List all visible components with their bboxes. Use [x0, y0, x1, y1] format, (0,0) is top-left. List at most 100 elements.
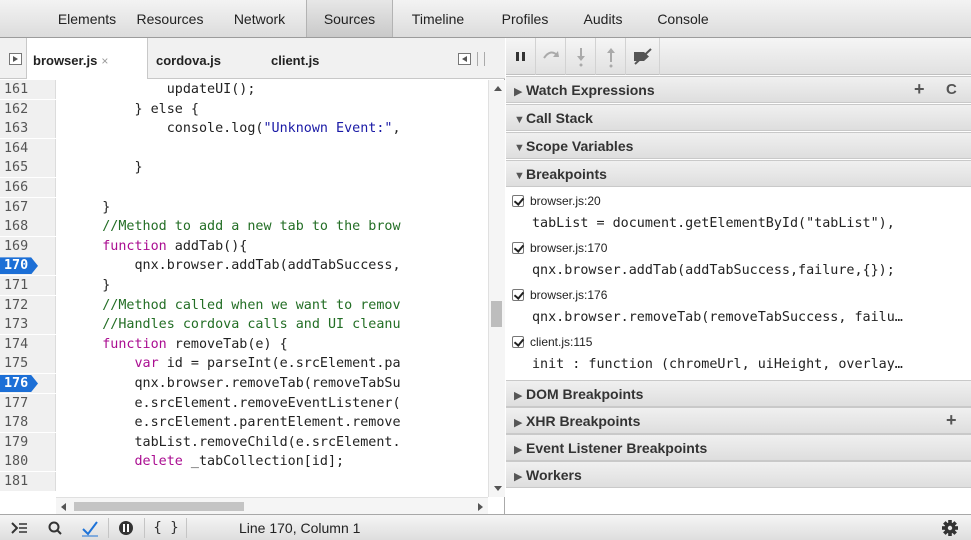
tab-resources[interactable]: Resources — [126, 0, 214, 37]
code-line[interactable]: 166 — [0, 178, 488, 197]
code-line[interactable]: 163 console.log("Unknown Event:", — [0, 119, 488, 139]
close-tab-icon[interactable]: × — [101, 54, 108, 68]
call-stack-header[interactable]: ▼Call Stack — [506, 104, 971, 131]
breakpoint-marker-icon[interactable]: 170 — [0, 257, 38, 275]
resize-grip-icon[interactable] — [477, 52, 485, 66]
line-number[interactable]: 174 — [0, 334, 56, 354]
line-number[interactable]: 171 — [0, 276, 56, 295]
line-number[interactable]: 162 — [0, 99, 56, 119]
vertical-scrollbar[interactable] — [488, 80, 505, 497]
line-number[interactable]: 181 — [0, 472, 56, 491]
event-listener-breakpoints-header[interactable]: ▶ Event Listener Breakpoints — [506, 434, 971, 461]
tab-elements[interactable]: Elements — [50, 0, 124, 37]
code-line[interactable]: 174 function removeTab(e) { — [0, 334, 488, 354]
line-number[interactable]: 170 — [0, 256, 56, 276]
code-line[interactable]: 167 } — [0, 197, 488, 217]
watch-expressions-header[interactable]: ▶ Watch Expressions + C — [506, 76, 971, 103]
tab-audits[interactable]: Audits — [571, 0, 635, 37]
xhr-breakpoints-header[interactable]: ▶ XHR Breakpoints + — [506, 407, 971, 434]
breakpoint-checkbox-row[interactable]: browser.js:176 — [512, 284, 607, 306]
tab-sources[interactable]: Sources — [306, 0, 393, 37]
line-number[interactable]: 165 — [0, 158, 56, 178]
scroll-right-icon[interactable] — [478, 503, 483, 511]
step-into-button[interactable] — [566, 38, 596, 75]
file-tab-client-js[interactable]: client.js — [271, 38, 319, 79]
code-line[interactable]: 178 e.srcElement.parentElement.remove — [0, 413, 488, 433]
horizontal-scroll-thumb[interactable] — [74, 502, 244, 511]
toggle-navigator-icon[interactable] — [9, 53, 22, 65]
file-tab-cordova-js[interactable]: cordova.js — [156, 38, 221, 79]
horizontal-scrollbar[interactable] — [56, 497, 488, 514]
show-console-button[interactable] — [4, 515, 36, 540]
scroll-left-icon[interactable] — [61, 503, 66, 511]
step-over-button[interactable] — [536, 38, 566, 75]
file-tab-browser-js[interactable]: browser.js × — [26, 38, 148, 79]
checkbox-checked-icon[interactable] — [512, 242, 524, 254]
tab-timeline[interactable]: Timeline — [399, 0, 477, 37]
breakpoint-code[interactable]: init : function (chromeUrl, uiHeight, ov… — [532, 353, 968, 377]
tab-network[interactable]: Network — [222, 0, 297, 37]
line-number[interactable]: 179 — [0, 432, 56, 452]
pause-on-exceptions-button[interactable] — [110, 515, 142, 540]
pretty-print-button[interactable]: { } — [148, 515, 184, 540]
breakpoint-checkbox-row[interactable]: browser.js:20 — [512, 190, 601, 212]
checkbox-checked-icon[interactable] — [512, 195, 524, 207]
line-number[interactable]: 175 — [0, 354, 56, 374]
code-line[interactable]: 162 } else { — [0, 99, 488, 119]
settings-button[interactable] — [934, 515, 966, 540]
line-number[interactable]: 178 — [0, 413, 56, 433]
code-line[interactable]: 165 } — [0, 158, 488, 178]
checkbox-checked-icon[interactable] — [512, 289, 524, 301]
checkbox-checked-icon[interactable] — [512, 336, 524, 348]
code-line[interactable]: 180 delete _tabCollection[id]; — [0, 452, 488, 472]
pause-button[interactable] — [506, 38, 536, 75]
code-line[interactable]: 168 //Method to add a new tab to the bro… — [0, 217, 488, 237]
search-button[interactable] — [40, 515, 72, 540]
breakpoint-code[interactable]: qnx.browser.removeTab(removeTabSuccess, … — [532, 306, 968, 330]
workers-header[interactable]: ▶ Workers — [506, 461, 971, 488]
tab-profiles[interactable]: Profiles — [491, 0, 559, 37]
toggle-debugger-icon[interactable] — [458, 53, 471, 65]
add-xhr-breakpoint-icon[interactable]: + — [946, 408, 957, 433]
line-number[interactable]: 172 — [0, 295, 56, 315]
breakpoint-marker-icon[interactable]: 176 — [0, 375, 38, 392]
breakpoint-checkbox-row[interactable]: client.js:115 — [512, 331, 592, 353]
checkmark-button[interactable] — [74, 515, 106, 540]
scope-variables-header[interactable]: ▼Scope Variables — [506, 132, 971, 159]
line-number[interactable]: 164 — [0, 138, 56, 158]
line-number[interactable]: 180 — [0, 452, 56, 472]
breakpoint-checkbox-row[interactable]: browser.js:170 — [512, 237, 607, 259]
code-line[interactable]: 179 tabList.removeChild(e.srcElement. — [0, 432, 488, 452]
code-line[interactable]: 177 e.srcElement.removeEventListener( — [0, 393, 488, 413]
line-number[interactable]: 168 — [0, 217, 56, 237]
breakpoint-code[interactable]: qnx.browser.addTab(addTabSuccess,failure… — [532, 259, 968, 283]
line-number[interactable]: 163 — [0, 119, 56, 139]
add-watch-icon[interactable]: + — [914, 77, 925, 102]
line-number[interactable]: 176 — [0, 374, 56, 393]
code-editor[interactable]: 161 updateUI(); 162 } else {163 console.l… — [0, 80, 488, 497]
refresh-watch-icon[interactable]: C — [946, 77, 957, 102]
code-line[interactable]: 172 //Method called when we want to remo… — [0, 295, 488, 315]
deactivate-breakpoints-button[interactable] — [626, 38, 660, 75]
line-number[interactable]: 169 — [0, 236, 56, 256]
code-line[interactable]: 173 //Handles cordova calls and UI clean… — [0, 315, 488, 335]
scroll-up-icon[interactable] — [494, 86, 502, 91]
breakpoints-header[interactable]: ▼Breakpoints — [506, 160, 971, 187]
code-line[interactable]: 175 var id = parseInt(e.srcElement.pa — [0, 354, 488, 374]
line-number[interactable]: 177 — [0, 393, 56, 413]
code-line[interactable]: 169 function addTab(){ — [0, 236, 488, 256]
scroll-down-icon[interactable] — [494, 486, 502, 491]
dom-breakpoints-header[interactable]: ▶ DOM Breakpoints — [506, 380, 971, 407]
breakpoint-code[interactable]: tabList = document.getElementById("tabLi… — [532, 212, 968, 236]
line-number[interactable]: 161 — [0, 80, 56, 99]
code-line[interactable]: 161 updateUI(); — [0, 80, 488, 99]
tab-console[interactable]: Console — [648, 0, 718, 37]
code-line[interactable]: 164 — [0, 138, 488, 158]
code-line[interactable]: 176 qnx.browser.removeTab(removeTabSu — [0, 374, 488, 393]
line-number[interactable]: 166 — [0, 178, 56, 197]
step-out-button[interactable] — [596, 38, 626, 75]
code-line[interactable]: 171 } — [0, 276, 488, 295]
line-number[interactable]: 173 — [0, 315, 56, 335]
code-line[interactable]: 170 qnx.browser.addTab(addTabSuccess, — [0, 256, 488, 276]
vertical-scroll-thumb[interactable] — [491, 301, 502, 327]
